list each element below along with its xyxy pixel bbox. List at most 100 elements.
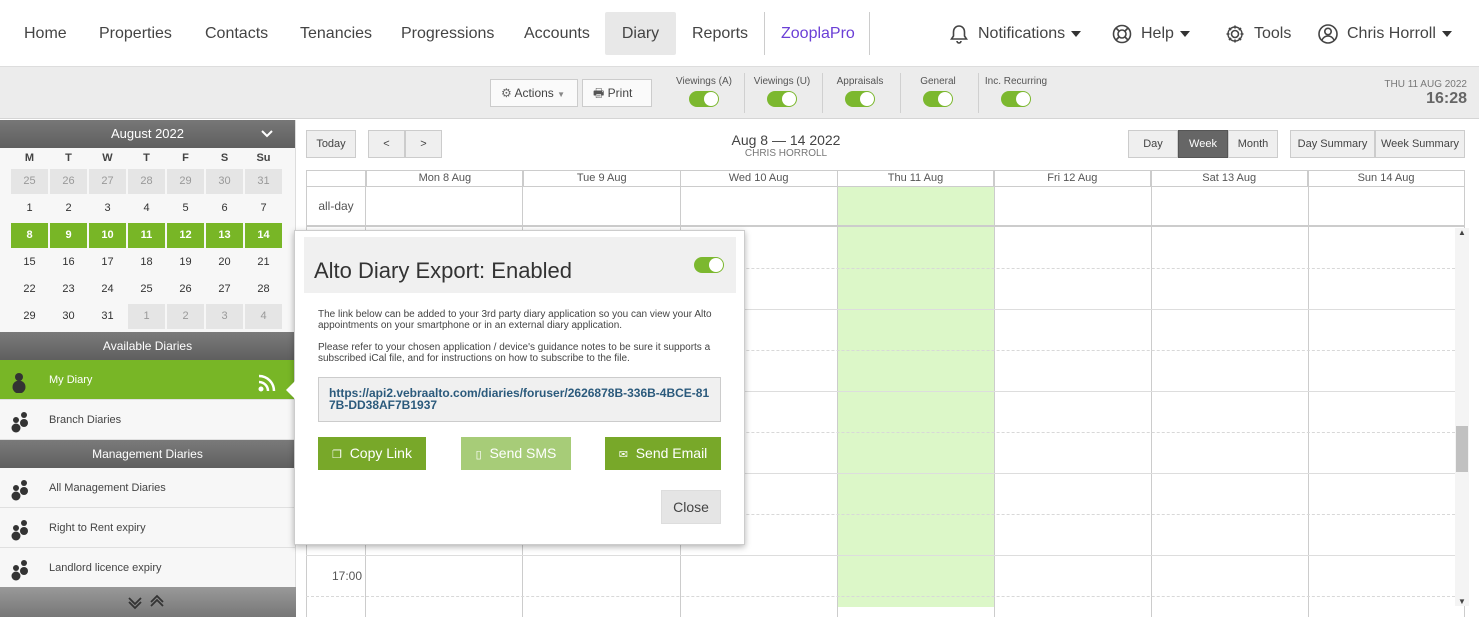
tools-menu[interactable]: Tools (1224, 12, 1291, 55)
user-menu[interactable]: Chris Horroll (1317, 12, 1452, 55)
calendar-day[interactable]: 15 (10, 250, 49, 275)
calendar-day[interactable]: 21 (244, 250, 283, 275)
prev-button[interactable]: < (368, 130, 405, 158)
calendar-day[interactable]: 29 (10, 304, 49, 329)
calendar-day[interactable]: 24 (88, 277, 127, 302)
day-summary-button[interactable]: Day Summary (1290, 130, 1375, 158)
toggle-switch[interactable] (923, 91, 953, 107)
calendar-day[interactable]: 14 (245, 223, 282, 248)
calendar-day[interactable]: 27 (89, 169, 126, 194)
calendar-day[interactable]: 3 (88, 196, 127, 221)
nav-tenancies[interactable]: Tenancies (284, 12, 388, 55)
nav-progressions[interactable]: Progressions (385, 12, 510, 55)
toggle-switch[interactable] (845, 91, 875, 107)
toggle-appraisals[interactable]: Appraisals (826, 76, 894, 107)
calendar-day[interactable]: 31 (88, 304, 127, 329)
nav-properties[interactable]: Properties (83, 12, 188, 55)
calendar-day[interactable]: 30 (49, 304, 88, 329)
export-toggle[interactable] (694, 257, 724, 273)
toggle-switch[interactable] (1001, 91, 1031, 107)
nav-accounts[interactable]: Accounts (508, 12, 606, 55)
nav-contacts[interactable]: Contacts (189, 12, 284, 55)
print-button[interactable]: 🖶 Print (582, 79, 652, 107)
calendar-day[interactable]: 20 (205, 250, 244, 275)
calendar-day[interactable]: 17 (88, 250, 127, 275)
nav-reports[interactable]: Reports (676, 12, 764, 55)
next-button[interactable]: > (405, 130, 442, 158)
weekday-label: F (182, 152, 189, 164)
nav-diary[interactable]: Diary (605, 12, 676, 55)
calendar-day[interactable]: 25 (11, 169, 48, 194)
calendar-day[interactable]: 18 (127, 250, 166, 275)
calendar-day[interactable]: 2 (49, 196, 88, 221)
chevron-down-icon[interactable] (261, 120, 273, 158)
scroll-up-icon[interactable]: ▲ (1455, 228, 1469, 237)
nav-home[interactable]: Home (8, 12, 83, 55)
calendar-day[interactable]: 11 (128, 223, 165, 248)
calendar-day[interactable]: 30 (206, 169, 243, 194)
view-month[interactable]: Month (1228, 130, 1278, 158)
calendar-day[interactable]: 1 (128, 304, 165, 329)
calendar-day[interactable]: 26 (50, 169, 87, 194)
help-menu[interactable]: Help (1111, 12, 1190, 55)
calendar-day[interactable]: 2 (167, 304, 204, 329)
calendar-day[interactable]: 22 (10, 277, 49, 302)
copy-link-button[interactable]: ❐ Copy Link (318, 437, 426, 470)
calendar-day[interactable]: 28 (244, 277, 283, 302)
notifications-menu[interactable]: Notifications (948, 12, 1082, 55)
calendar-day[interactable]: 31 (245, 169, 282, 194)
calendar-day[interactable]: 13 (206, 223, 243, 248)
close-button[interactable]: Close (661, 490, 721, 524)
scrollbar[interactable]: ▲ ▼ (1455, 228, 1469, 606)
week-summary-button[interactable]: Week Summary (1375, 130, 1465, 158)
today-button[interactable]: Today (306, 130, 356, 158)
calendar-day[interactable]: 5 (166, 196, 205, 221)
scroll-down-icon[interactable]: ▼ (1455, 597, 1469, 606)
sidebar-item-right-to-rent[interactable]: Right to Rent expiry (0, 508, 295, 548)
send-sms-button[interactable]: ▯ Send SMS (461, 437, 571, 470)
view-week[interactable]: Week (1178, 130, 1228, 158)
scroll-thumb[interactable] (1456, 426, 1468, 472)
weekday-label: T (143, 152, 150, 164)
send-email-button[interactable]: ✉ Send Email (605, 437, 721, 470)
calendar-day[interactable]: 19 (166, 250, 205, 275)
calendar-day[interactable]: 7 (244, 196, 283, 221)
calendar-day[interactable]: 6 (205, 196, 244, 221)
toggle-viewings-a[interactable]: Viewings (A) (670, 76, 738, 107)
calendar-day[interactable]: 25 (127, 277, 166, 302)
calendar-day[interactable]: 9 (50, 223, 87, 248)
sidebar-item-my-diary[interactable]: My Diary (0, 360, 295, 400)
toggle-general[interactable]: General (904, 76, 972, 107)
view-day[interactable]: Day (1128, 130, 1178, 158)
calendar-day[interactable]: 12 (167, 223, 204, 248)
nav-zooplapro[interactable]: ZooplaPro (765, 12, 871, 55)
calendar-day[interactable]: 10 (89, 223, 126, 248)
toggle-switch[interactable] (689, 91, 719, 107)
toggle-inc-recurring[interactable]: Inc. Recurring (982, 76, 1050, 107)
calendar-day[interactable]: 23 (49, 277, 88, 302)
mini-calendar-header[interactable]: August 2022 (0, 120, 295, 148)
calendar-day[interactable]: 26 (166, 277, 205, 302)
calendar-day[interactable]: 4 (127, 196, 166, 221)
chevron-down-icon (1441, 30, 1452, 37)
export-link[interactable]: https://api2.vebraalto.com/diaries/forus… (318, 377, 721, 422)
calendar-day[interactable]: 3 (206, 304, 243, 329)
calendar-day[interactable]: 16 (49, 250, 88, 275)
toggle-switch[interactable] (767, 91, 797, 107)
calendar-day[interactable]: 4 (245, 304, 282, 329)
top-navigation: Home Properties Contacts Tenancies Progr… (0, 0, 1479, 67)
double-chevron-icon[interactable] (123, 587, 173, 617)
toggle-label: Viewings (U) (753, 76, 811, 87)
user-icon (1318, 23, 1338, 44)
calendar-day[interactable]: 8 (11, 223, 48, 248)
sidebar-item-landlord-licence[interactable]: Landlord licence expiry (0, 548, 295, 588)
grid-row-line (306, 596, 1465, 597)
calendar-day[interactable]: 29 (167, 169, 204, 194)
sidebar-item-all-management[interactable]: All Management Diaries (0, 468, 295, 508)
calendar-day[interactable]: 1 (10, 196, 49, 221)
calendar-day[interactable]: 28 (128, 169, 165, 194)
calendar-day[interactable]: 27 (205, 277, 244, 302)
sidebar-item-branch-diaries[interactable]: Branch Diaries (0, 400, 295, 440)
actions-button[interactable]: ⚙ Actions ▼ (490, 79, 578, 107)
toggle-viewings-u[interactable]: Viewings (U) (748, 76, 816, 107)
